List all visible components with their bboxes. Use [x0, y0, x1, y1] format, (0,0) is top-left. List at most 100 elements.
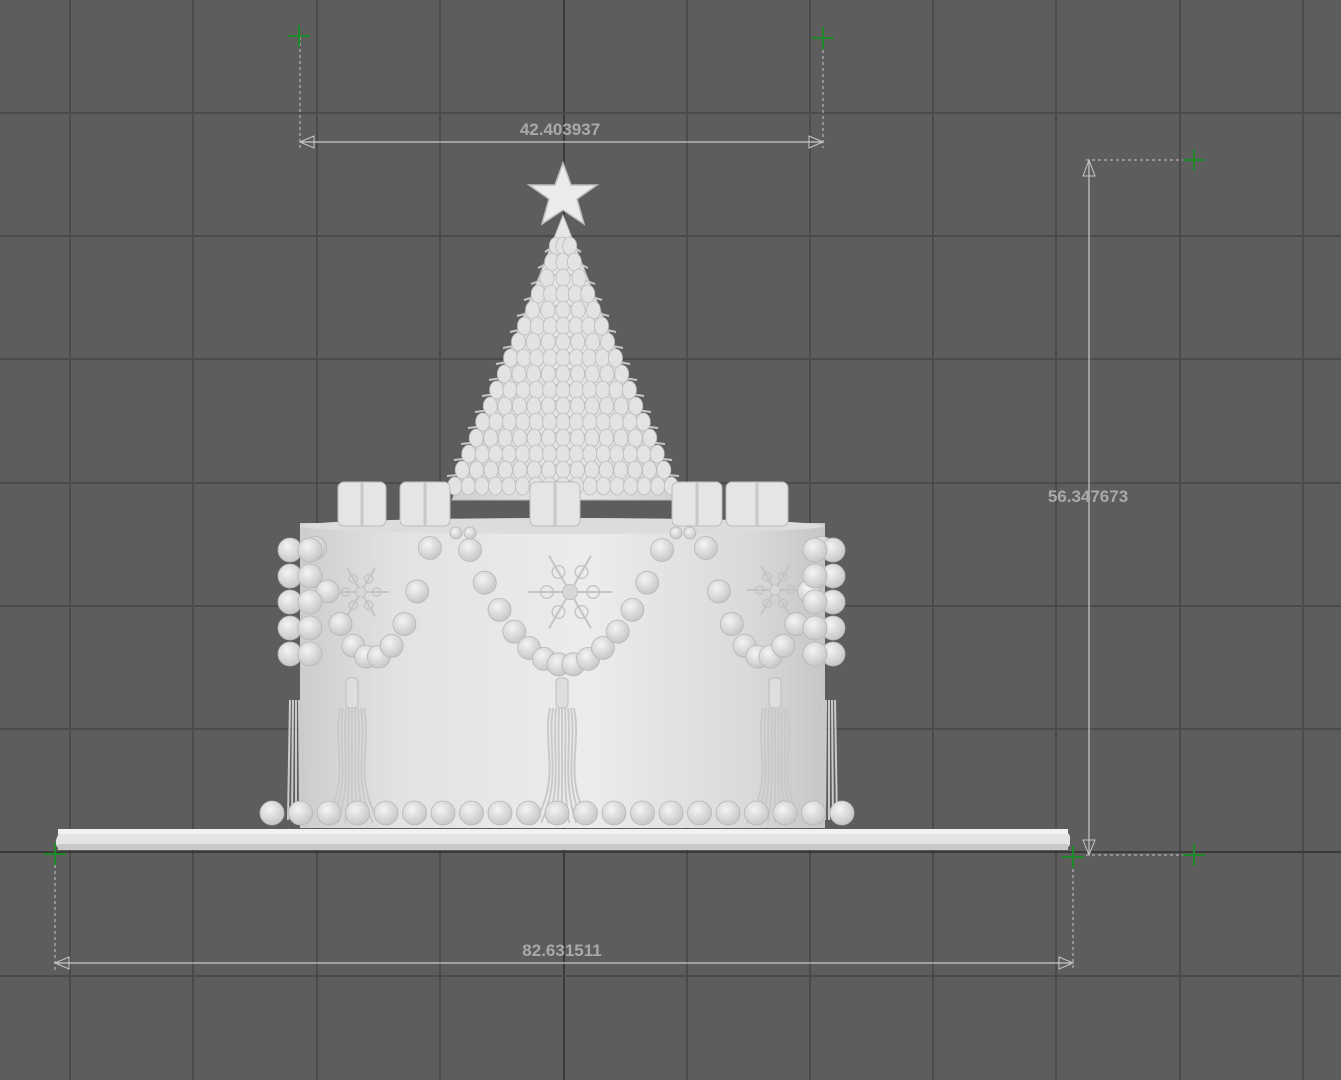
- tree-leaf: [613, 460, 628, 480]
- tree-leaf: [642, 428, 658, 448]
- tree-leaf: [501, 476, 517, 496]
- tree-leaf: [555, 348, 571, 368]
- tree-leaf: [581, 316, 597, 336]
- tree-leaf: [568, 316, 584, 336]
- tree-leaf: [555, 412, 571, 432]
- pearl-bead: [418, 536, 442, 560]
- tree-leaf: [570, 428, 585, 448]
- pearl-bead: [297, 589, 323, 615]
- pearl-bead: [297, 615, 323, 641]
- tree-leaf: [598, 460, 614, 480]
- tree-leaf: [609, 412, 624, 432]
- christmas-tree-topper: [439, 213, 687, 501]
- pearl-bead: [297, 537, 323, 563]
- tree-leaf: [568, 380, 584, 400]
- tree-leaf: [627, 460, 643, 480]
- tree-leaf: [599, 364, 615, 384]
- tree-leaf: [596, 444, 611, 464]
- tree-leaf: [555, 284, 571, 304]
- dimension-cake-height[interactable]: 56.347673: [1048, 158, 1194, 857]
- tree-leaf: [483, 460, 499, 480]
- snowflake-center: [561, 583, 579, 601]
- tree-leaf: [501, 444, 517, 464]
- tree-leaf: [570, 332, 586, 352]
- tree-leaf: [614, 364, 630, 384]
- tree-leaf: [568, 284, 583, 304]
- tree-leaf: [526, 396, 542, 416]
- snowflake-center: [355, 586, 367, 598]
- pearl-bead: [601, 800, 627, 826]
- pearl-bead: [719, 612, 744, 636]
- tree-leaf: [540, 332, 556, 352]
- tree-leaf: [595, 412, 611, 432]
- tree-leaf: [503, 348, 518, 368]
- pearl-bead: [635, 570, 660, 595]
- tree-leaf: [542, 412, 558, 432]
- tree-leaf: [475, 412, 491, 432]
- tree-leaf: [582, 476, 598, 496]
- tree-leaf: [528, 412, 544, 432]
- tree-leaf: [594, 316, 609, 336]
- tree-leaf: [555, 268, 571, 288]
- tree-leaf: [622, 444, 638, 464]
- tree-leaf: [580, 284, 596, 304]
- tree-leaf: [460, 476, 476, 496]
- tree-leaf: [569, 444, 584, 464]
- cake-board: [55, 829, 1070, 850]
- dimension-label-cake-height: 56.347673: [1048, 487, 1128, 506]
- 3d-viewport[interactable]: 42.403937 56.347673 82.631511: [0, 0, 1341, 1080]
- tree-leaf: [517, 316, 532, 336]
- tree-leaf: [636, 476, 652, 496]
- pearl-bead: [487, 597, 512, 622]
- tree-leaf: [584, 428, 600, 448]
- pearl-bead: [472, 570, 497, 595]
- tree-leaf: [581, 348, 597, 368]
- cake-model[interactable]: [55, 160, 1070, 850]
- tree-leaf: [613, 396, 629, 416]
- snowflake-center: [769, 584, 781, 596]
- pearl-bead: [694, 536, 718, 560]
- tree-leaf: [511, 332, 526, 352]
- tree-leaf: [526, 428, 542, 448]
- pearl-bead: [373, 800, 399, 826]
- pearl-bead: [802, 615, 828, 641]
- pearl-bead: [771, 633, 796, 658]
- tree-leaf: [530, 284, 546, 304]
- tree-leaf: [497, 428, 513, 448]
- pearl-bead: [744, 800, 769, 826]
- pearl-bead: [650, 538, 674, 562]
- tree-leaf: [656, 460, 672, 480]
- pearl-bead: [379, 633, 404, 658]
- pearl-bead: [605, 619, 630, 644]
- tree-leaf: [650, 476, 666, 496]
- tree-leaf: [555, 396, 571, 416]
- tree-leaf: [621, 380, 637, 400]
- tree-leaf: [582, 444, 598, 464]
- tree-leaf: [488, 444, 504, 464]
- tree-leaf: [542, 380, 558, 400]
- tree-leaf: [571, 268, 587, 288]
- tree-leaf: [543, 284, 558, 304]
- tree-leaf: [541, 396, 556, 416]
- tree-leaf: [511, 364, 527, 384]
- dimension-tree-width[interactable]: 42.403937: [298, 37, 825, 149]
- tree-leaf: [515, 412, 531, 432]
- tree-leaf: [608, 348, 623, 368]
- pearl-bead: [297, 563, 323, 589]
- tree-leaf: [469, 460, 485, 480]
- pearl-bead: [392, 612, 417, 636]
- tree-leaf: [542, 444, 557, 464]
- tree-leaf: [497, 396, 513, 416]
- pearl-bead: [297, 641, 323, 667]
- tree-leaf: [582, 380, 597, 400]
- pearl-bead: [458, 538, 482, 562]
- tree-leaf: [568, 348, 584, 368]
- tree-leaf: [570, 460, 585, 480]
- pearl-bead: [516, 800, 541, 826]
- tree-leaf: [488, 412, 504, 432]
- tree-leaf: [555, 460, 571, 480]
- tree-leaf: [555, 332, 571, 352]
- tree-leaf: [555, 380, 571, 400]
- tree-leaf: [582, 412, 598, 432]
- tassel-cap: [345, 677, 359, 709]
